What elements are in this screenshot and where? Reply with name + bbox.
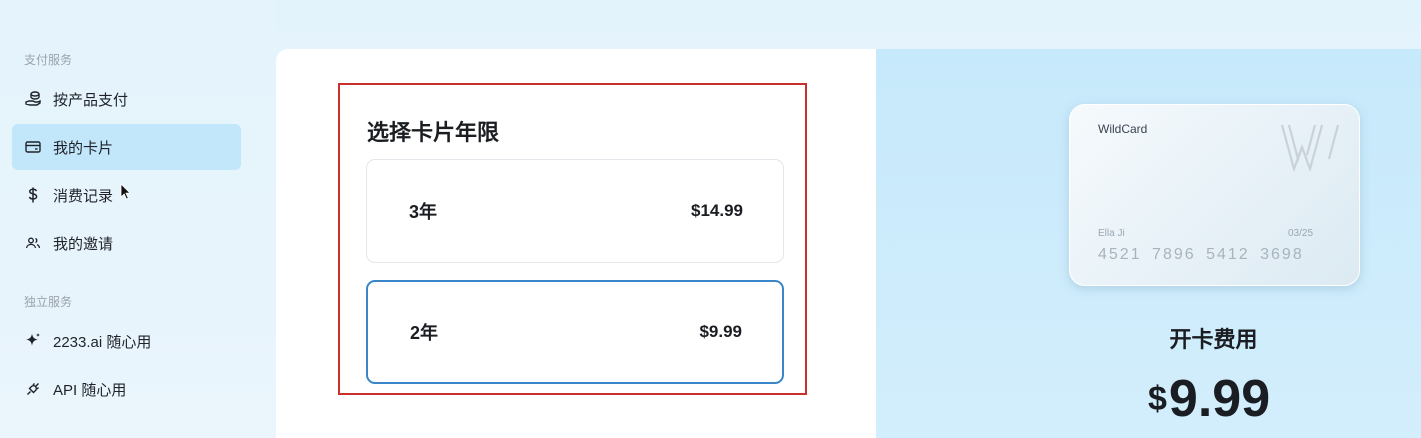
- credit-card-icon: [24, 138, 42, 156]
- section-title-standalone: 独立服务: [24, 295, 73, 309]
- term-option-price: $9.99: [699, 322, 742, 341]
- term-option-label: 2年: [410, 323, 439, 343]
- dollar-icon: [24, 186, 42, 204]
- plug-icon: [24, 380, 42, 398]
- sidebar-item-label: 我的卡片: [53, 139, 114, 157]
- sidebar-item-my-cards[interactable]: 我的卡片: [12, 124, 241, 170]
- sidebar-item-label: 消费记录: [53, 187, 114, 205]
- sidebar-item-label: 按产品支付: [53, 91, 129, 109]
- card-number: 4521 7896 5412 3698: [1098, 246, 1304, 263]
- mouse-cursor-icon: [120, 183, 132, 200]
- term-selector-title: 选择卡片年限: [367, 120, 500, 145]
- wildcard-logo-icon: [1280, 124, 1340, 171]
- sidebar-item-pay-by-product[interactable]: 按产品支付: [12, 76, 241, 122]
- card-preview-panel: WildCard Ella Ji 03/25 4521 7896 5412 36…: [876, 49, 1421, 438]
- card-preview: WildCard Ella Ji 03/25 4521 7896 5412 36…: [1069, 104, 1360, 286]
- card-brand: WildCard: [1098, 122, 1148, 136]
- fee-currency: $: [1148, 380, 1167, 418]
- card-expiry: 03/25: [1288, 228, 1314, 239]
- sidebar-item-label: API 随心用: [53, 381, 127, 399]
- users-icon: [24, 234, 42, 252]
- term-selector: 选择卡片年限 3年 $14.99 2年 $9.99: [338, 83, 807, 395]
- fee-value: 9.99: [1168, 370, 1271, 428]
- card-term-panel: 选择卡片年限 3年 $14.99 2年 $9.99: [276, 49, 876, 438]
- sidebar-item-api[interactable]: API 随心用: [12, 366, 241, 412]
- card-holder-name: Ella Ji: [1098, 228, 1125, 239]
- term-option-2-years[interactable]: 2年 $9.99: [366, 280, 784, 384]
- sidebar-item-invites[interactable]: 我的邀请: [12, 220, 241, 266]
- term-option-3-years[interactable]: 3年 $14.99: [366, 159, 784, 263]
- section-title-payment: 支付服务: [24, 53, 73, 67]
- sidebar-item-2233ai[interactable]: 2233.ai 随心用: [12, 318, 241, 364]
- sparkle-icon: [24, 332, 42, 350]
- sidebar-item-label: 我的邀请: [53, 235, 114, 253]
- term-option-price: $14.99: [691, 201, 743, 220]
- sidebar: 支付服务 按产品支付 我的卡片 消费记录 我的邀请 独立服务 2233.ai 随…: [0, 0, 276, 438]
- coins-hand-icon: [24, 90, 42, 108]
- term-option-label: 3年: [409, 202, 438, 222]
- fee-amount: $9.99: [1148, 369, 1270, 429]
- sidebar-item-label: 2233.ai 随心用: [53, 333, 152, 351]
- fee-label: 开卡费用: [1169, 327, 1258, 352]
